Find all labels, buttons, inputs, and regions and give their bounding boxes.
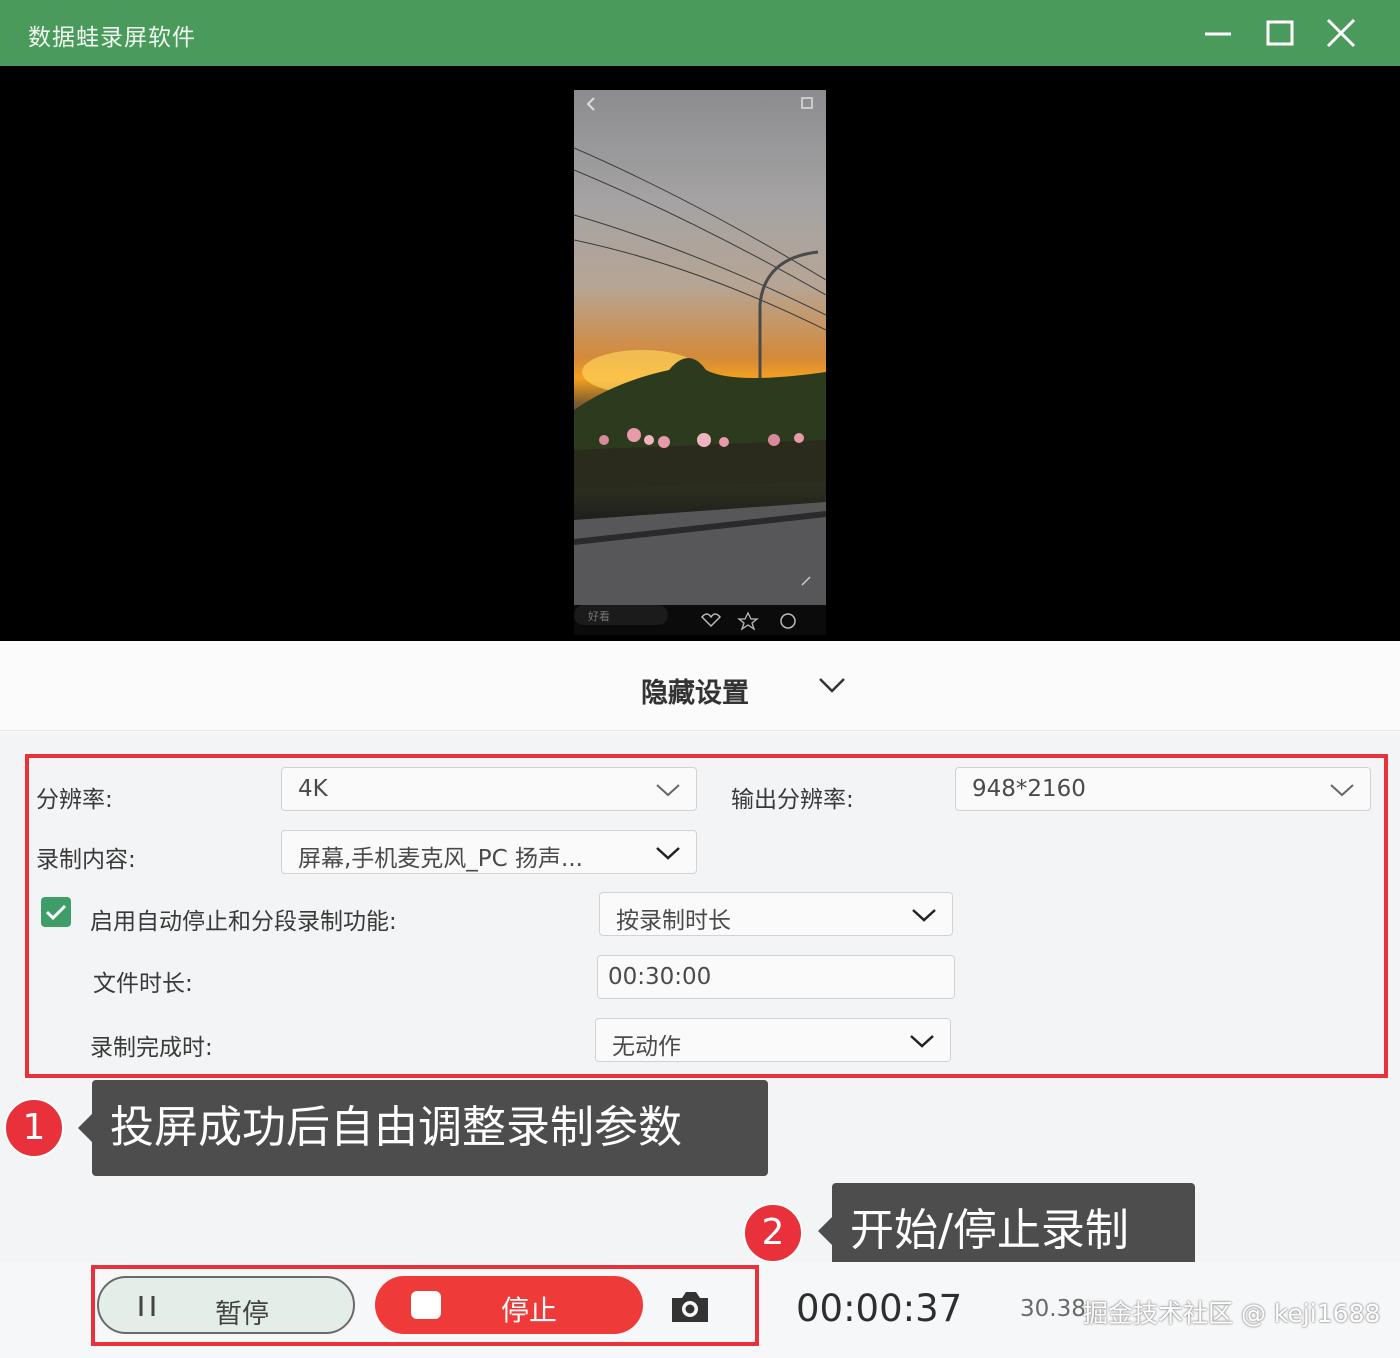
callout-1-text: 投屏成功后自由调整录制参数 [78, 1080, 768, 1176]
stop-button[interactable]: 停止 [375, 1276, 643, 1334]
file-duration-input[interactable]: 00:30:00 [597, 955, 955, 999]
stop-icon [411, 1291, 441, 1319]
hide-settings-label: 隐藏设置 [641, 678, 749, 709]
pause-button[interactable]: 暂停 [97, 1276, 355, 1334]
auto-stop-mode-value: 按录制时长 [616, 908, 731, 934]
chevron-down-icon [1330, 784, 1354, 797]
file-duration-value: 00:30:00 [608, 964, 712, 990]
phone-mirror-image [574, 90, 826, 605]
output-resolution-value: 948*2160 [972, 776, 1086, 802]
auto-stop-mode-select[interactable]: 按录制时长 [599, 892, 953, 936]
on-complete-select[interactable]: 无动作 [595, 1018, 951, 1062]
recording-timer: 00:00:37 [796, 1287, 963, 1330]
record-content-select[interactable]: 屏幕,手机麦克风_PC 扬声... [281, 830, 697, 874]
chevron-down-icon [910, 1035, 934, 1048]
output-resolution-label: 输出分辨率: [731, 787, 854, 813]
file-duration-label: 文件时长: [93, 971, 193, 997]
auto-stop-label: 启用自动停止和分段录制功能: [90, 909, 397, 935]
callout-1-badge: 1 [4, 1098, 64, 1158]
auto-stop-checkbox[interactable] [41, 897, 71, 927]
phone-bottom-bar: 好看 [574, 605, 826, 635]
check-icon [45, 904, 67, 921]
maximize-button[interactable] [1258, 12, 1302, 56]
title-bar: 数据蛙录屏软件 [0, 0, 1400, 66]
maximize-icon [1266, 20, 1294, 46]
on-complete-value: 无动作 [612, 1034, 681, 1060]
resolution-label: 分辨率: [36, 787, 113, 813]
app-title: 数据蛙录屏软件 [28, 25, 196, 51]
hide-settings-toggle[interactable]: 隐藏设置 [0, 641, 1400, 731]
watermark: 掘金技术社区 @ keji1688 [1083, 1299, 1381, 1328]
output-resolution-select[interactable]: 948*2160 [955, 767, 1371, 811]
minimize-button[interactable] [1197, 12, 1241, 56]
resolution-value: 4K [298, 776, 328, 802]
file-size: 30.38 [1020, 1296, 1086, 1322]
record-content-label: 录制内容: [36, 847, 136, 873]
chevron-down-icon [819, 678, 845, 693]
close-icon [1326, 18, 1356, 48]
pause-icon [139, 1296, 155, 1316]
pause-label: 暂停 [215, 1299, 269, 1330]
minimize-icon [1205, 32, 1231, 36]
callout-2-badge: 2 [743, 1203, 803, 1263]
back-icon [586, 97, 595, 111]
on-complete-label: 录制完成时: [90, 1035, 213, 1061]
sunset-scene [574, 97, 826, 605]
resolution-select[interactable]: 4K [281, 767, 697, 811]
screen-preview: 好看 [0, 66, 1400, 641]
record-content-value: 屏幕,手机麦克风_PC 扬声... [298, 846, 583, 872]
camera-icon[interactable] [668, 1288, 712, 1326]
share-icon [801, 97, 813, 109]
stop-label: 停止 [501, 1294, 558, 1327]
chevron-down-icon [656, 784, 680, 797]
chevron-down-icon [656, 847, 680, 860]
chevron-down-icon [912, 909, 936, 922]
phone-action-icons [700, 611, 796, 631]
close-button[interactable] [1320, 12, 1364, 56]
